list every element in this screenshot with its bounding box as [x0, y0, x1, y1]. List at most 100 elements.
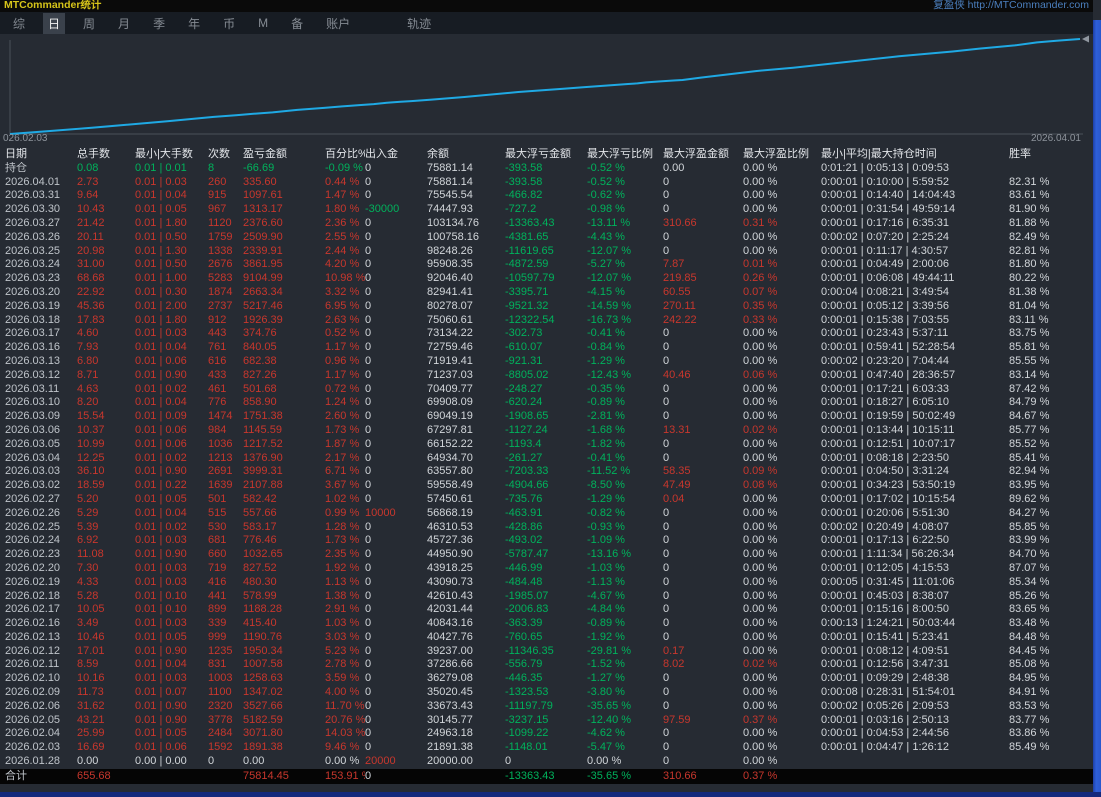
cell-最小|平均|最大持仓时间: 0:00:01 | 0:19:59 | 50:02:49: [821, 410, 956, 423]
cell-出入金: 0: [365, 230, 372, 243]
cell-日期: 2026.03.30: [5, 203, 61, 216]
cell-出入金: 0: [365, 561, 372, 574]
cell-百分比%: 2.55 %: [325, 230, 360, 243]
cell-盈亏金额: 1190.76: [243, 630, 282, 643]
cell-胜率: 82.94 %: [1009, 465, 1050, 478]
table-row: 2026.03.09 15.54 0.01 | 0.09 1474 1751.38 2.6…: [0, 410, 1093, 424]
cell-最大浮盈金额: 0.00: [663, 161, 685, 174]
cell-余额: 59558.49: [427, 479, 473, 492]
cell-最大浮盈金额: 0: [663, 672, 670, 685]
cell-余额: 43918.25: [427, 561, 473, 574]
cell-最大浮亏金额: -9521.32: [505, 299, 549, 312]
cell-最小|平均|最大持仓时间: 0:00:01 | 0:12:51 | 10:07:17: [821, 437, 956, 450]
cell-最大浮亏金额: -393.58: [505, 175, 543, 188]
brand-link[interactable]: 复盈侠 http://MTCommander.com: [933, 0, 1089, 11]
cell-日期: 2026.02.06: [5, 699, 61, 712]
menu-item-综[interactable]: 综: [8, 13, 30, 34]
cell-胜率: 83.14 %: [1009, 368, 1050, 381]
cell-最大浮盈金额: 0: [663, 244, 670, 257]
cell-次数: 719: [208, 561, 227, 574]
cell-次数: 2691: [208, 465, 233, 478]
cell-盈亏金额: 1313.17: [243, 203, 283, 216]
cell-盈亏金额: 827.52: [243, 561, 277, 574]
cell-总手数: 11.08: [77, 548, 104, 561]
cell-最大浮亏金额: -11619.65: [505, 244, 554, 257]
menu-item-月[interactable]: 月: [113, 13, 135, 34]
table-row: 2026.03.31 9.64 0.01 | 0.04 915 1097.61 1.47 …: [0, 189, 1093, 203]
cell-最大浮亏金额: -261.27: [505, 451, 543, 464]
cell-胜率: 82.49 %: [1009, 230, 1050, 243]
table-row: 2026.02.19 4.33 0.01 | 0.03 416 480.30 1.13 %…: [0, 576, 1093, 590]
cell-百分比%: 2.44 %: [325, 244, 360, 257]
col-header-12: 最小|平均|最大持仓时间: [821, 148, 937, 160]
cell-最大浮盈比例: 0.00 %: [743, 189, 778, 202]
cell-出入金: 0: [365, 686, 372, 699]
cell-最大浮盈比例: 0.00 %: [743, 396, 778, 409]
cell-出入金: 0: [365, 658, 372, 671]
cell-日期: 2026.02.11: [5, 658, 60, 671]
cell-最大浮盈比例: 0.37 %: [743, 713, 778, 726]
cell-最大浮盈金额: 0: [663, 575, 670, 588]
cell-最小|大手数: 0.01 | 0.90: [135, 699, 187, 712]
cell-出入金: 0: [365, 465, 372, 478]
cell-胜率: 80.22 %: [1009, 272, 1050, 285]
menu-item-币[interactable]: 币: [218, 13, 240, 34]
cell-最小|平均|最大持仓时间: 0:00:01 | 0:03:16 | 2:50:13: [821, 713, 950, 726]
cell-余额: 74447.93: [427, 203, 473, 216]
cell-百分比%: 1.73 %: [325, 534, 360, 547]
cell-总手数: 10.43: [77, 203, 105, 216]
cell-最小|平均|最大持仓时间: 0:00:01 | 0:15:38 | 7:03:55: [821, 313, 950, 326]
cell-最小|大手数: 0.01 | 0.04: [135, 189, 187, 202]
cell-最大浮亏金额: -2006.83: [505, 603, 549, 616]
cell-最小|大手数: 0.01 | 0.90: [135, 548, 187, 561]
cell-最小|大手数: 0.01 | 0.07: [135, 686, 187, 699]
table-row: 2026.03.30 10.43 0.01 | 0.05 967 1313.17 1.80…: [0, 203, 1093, 217]
cell-最大浮亏金额: -727.2: [505, 203, 537, 216]
cell-总手数: 12.25: [77, 451, 105, 464]
cell-最小|大手数: 0.01 | 0.03: [135, 575, 187, 588]
right-scrollbar[interactable]: [1093, 20, 1101, 797]
cell-出入金: 0: [365, 741, 372, 754]
cell-出入金: 0: [365, 272, 372, 285]
menu-item-轨迹[interactable]: 轨迹: [402, 13, 436, 34]
cell-最大浮亏金额: -11197.79: [505, 699, 553, 712]
cell-百分比%: 2.35 %: [325, 548, 360, 561]
cell-胜率: 85.34 %: [1009, 575, 1050, 588]
cell-日期: 2026.02.27: [5, 492, 61, 505]
menu-item-年[interactable]: 年: [183, 13, 205, 34]
table-row: 2026.02.23 11.08 0.01 | 0.90 660 1032.65 2.35…: [0, 548, 1093, 562]
menu-item-日[interactable]: 日: [43, 12, 66, 34]
cell-盈亏金额: 0.00: [243, 755, 265, 768]
cell-最大浮亏比例: -4.84 %: [587, 603, 625, 616]
cell-最大浮盈金额: 0: [663, 410, 670, 423]
cell-总手数: 10.46: [77, 630, 105, 643]
cell-余额: 72759.46: [427, 341, 473, 354]
cell-日期: 2026.03.10: [5, 396, 61, 409]
cell-出入金: 0: [365, 520, 372, 533]
cell-百分比%: 1.38 %: [325, 589, 360, 602]
menu-item-周[interactable]: 周: [78, 13, 100, 34]
cell-最小|平均|最大持仓时间: 0:00:01 | 0:09:29 | 2:48:38: [821, 672, 950, 685]
cell-最小|大手数: 0.01 | 0.01: [135, 161, 187, 174]
table-row: 2026.02.17 10.05 0.01 | 0.10 899 1188.28 2.91…: [0, 603, 1093, 617]
cell-次数: 1213: [208, 451, 233, 464]
cell-盈亏金额: 415.40: [243, 617, 277, 630]
cell-盈亏金额: 374.76: [243, 327, 277, 340]
cell-次数: 660: [208, 548, 227, 561]
cell-出入金: 0: [365, 644, 372, 657]
cell-百分比%: 10.98 %: [325, 272, 365, 285]
cell-百分比%: 2.78 %: [325, 658, 360, 671]
cell-最小|大手数: 0.01 | 0.04: [135, 506, 187, 519]
cell-日期: 2026.03.09: [5, 410, 61, 423]
cell-日期: 2026.02.13: [5, 630, 61, 643]
menu-item-账户[interactable]: 账户: [321, 13, 355, 34]
cell-最大浮盈比例: 0.00 %: [743, 161, 778, 174]
cell-余额: 40843.16: [427, 617, 473, 630]
menu-item-季[interactable]: 季: [148, 13, 170, 34]
table-row: 2026.02.10 10.16 0.01 | 0.03 1003 1258.63 3.5…: [0, 672, 1093, 686]
cell-最大浮盈金额: 8.02: [663, 658, 685, 671]
cell-最大浮盈比例: 0.00 %: [743, 672, 778, 685]
menu-item-M[interactable]: M: [253, 14, 273, 32]
menu-item-备[interactable]: 备: [286, 13, 308, 34]
cell-百分比%: 1.80 %: [325, 203, 360, 216]
